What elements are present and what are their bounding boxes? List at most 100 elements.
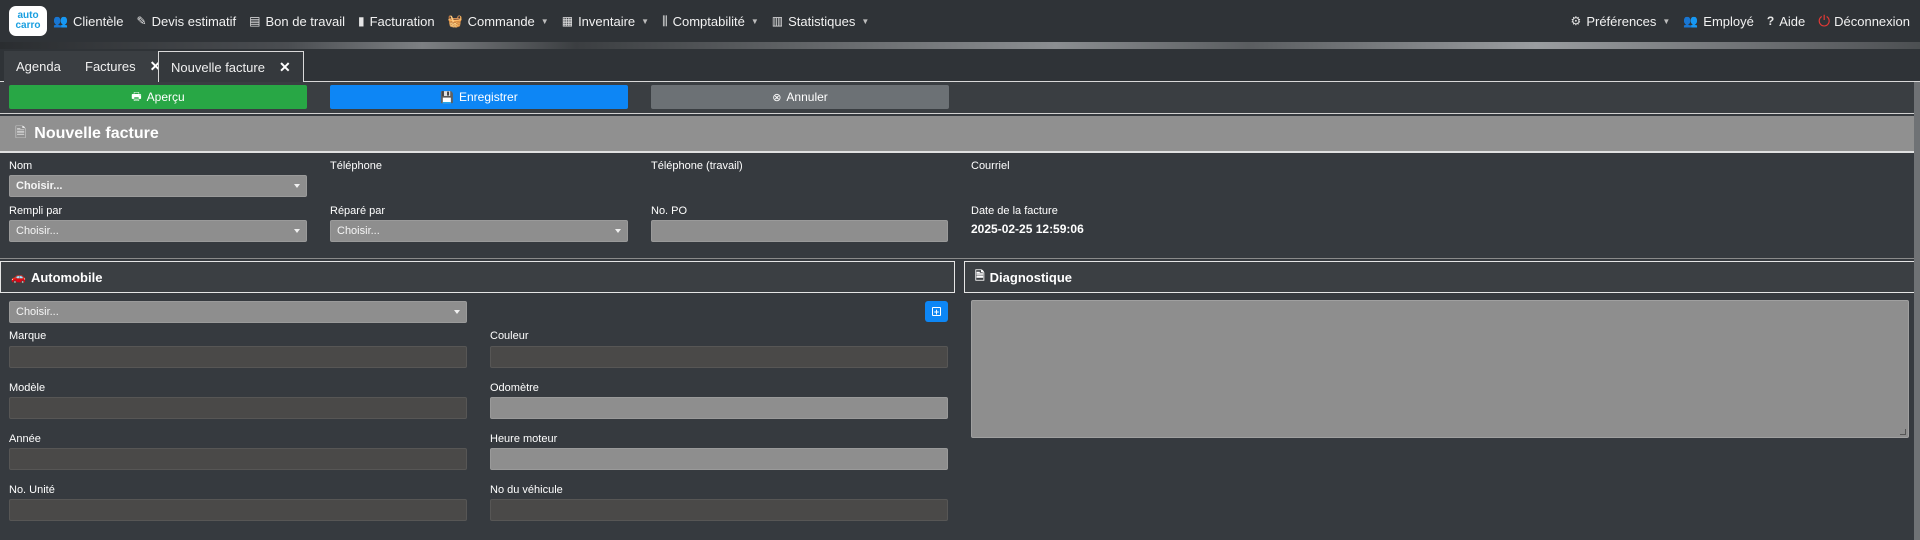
make-label: Marque bbox=[9, 330, 47, 342]
name-label: Nom bbox=[9, 160, 33, 172]
users-icon: 👥 bbox=[1683, 14, 1699, 28]
invoice-icon: ▮ bbox=[357, 14, 365, 28]
nav-item-commande[interactable]: 🧺 Commande ▼ bbox=[448, 14, 549, 29]
nav-preferences[interactable]: ⚙ Préférences ▼ bbox=[1571, 14, 1671, 29]
action-bar: 🖶 Aperçu 💾 Enregistrer ⊗ Annuler bbox=[0, 82, 1914, 114]
preview-button[interactable]: 🖶 Aperçu bbox=[9, 85, 307, 109]
engine-hours-label: Heure moteur bbox=[490, 433, 558, 445]
work-phone-label: Téléphone (travail) bbox=[651, 160, 743, 172]
automobile-panel-header: 🚗 Automobile bbox=[0, 261, 955, 293]
color-input[interactable] bbox=[490, 346, 948, 368]
caret-down-icon bbox=[294, 229, 300, 233]
nav-item-label: Clientèle bbox=[72, 13, 124, 29]
diagnostic-title: Diagnostique bbox=[989, 269, 1072, 285]
tab-agenda[interactable]: Agenda bbox=[4, 51, 74, 82]
automobile-panel: Choisir... Marque Couleur Modèle Odomètr… bbox=[0, 294, 955, 540]
bar-chart-icon: ▥ bbox=[771, 14, 784, 28]
save-button[interactable]: 💾 Enregistrer bbox=[330, 85, 628, 109]
caret-down-icon: ▼ bbox=[641, 16, 650, 26]
close-icon[interactable]: ✕ bbox=[279, 59, 291, 76]
phone-label: Téléphone bbox=[330, 160, 382, 172]
vehicle-select-value: Choisir... bbox=[16, 306, 59, 318]
vehicle-number-input[interactable] bbox=[490, 499, 948, 521]
invoice-date-label: Date de la facture bbox=[971, 205, 1058, 217]
filled-by-value: Choisir... bbox=[16, 225, 59, 237]
nav-help-label: Aide bbox=[1779, 13, 1806, 29]
unit-number-label: No. Unité bbox=[9, 484, 55, 496]
cancel-label: Annuler bbox=[786, 90, 828, 104]
nav-item-comptabilit-[interactable]: ⫼ Comptabilité ▼ bbox=[662, 14, 759, 29]
nav-item-label: Statistiques bbox=[788, 13, 856, 29]
caret-down-icon: ▼ bbox=[861, 16, 870, 26]
nav-logout-label: Déconnexion bbox=[1834, 13, 1910, 29]
vehicle-number-label: No du véhicule bbox=[490, 484, 563, 496]
filled-by-label: Rempli par bbox=[9, 205, 63, 217]
po-input[interactable] bbox=[651, 220, 948, 242]
basket-icon: 🧺 bbox=[447, 14, 463, 28]
odometer-input[interactable] bbox=[490, 397, 948, 419]
name-select-value: Choisir... bbox=[16, 180, 63, 192]
resize-handle-icon[interactable] bbox=[1900, 429, 1906, 435]
caret-down-icon: ▼ bbox=[750, 16, 759, 26]
repaired-by-select[interactable]: Choisir... bbox=[330, 220, 628, 242]
nav-preferences-label: Préférences bbox=[1586, 13, 1657, 29]
nav-item-label: Devis estimatif bbox=[151, 13, 237, 29]
engine-hours-input[interactable] bbox=[490, 448, 948, 470]
invoice-form: Nom Choisir... Téléphone Téléphone (trav… bbox=[0, 155, 1914, 259]
floppy-icon: 💾 bbox=[440, 91, 454, 104]
diagnostic-textarea[interactable] bbox=[971, 300, 1909, 438]
year-input[interactable] bbox=[9, 448, 467, 470]
main-menu: 👥 Clientèle ✎ Devis estimatif ▤ Bon de travai… bbox=[53, 14, 882, 29]
nav-item-label: Bon de travail bbox=[265, 13, 345, 29]
close-circle-icon: ⊗ bbox=[772, 91, 782, 104]
header-photo-strip bbox=[0, 42, 1920, 49]
add-vehicle-button[interactable]: + bbox=[925, 301, 948, 322]
page-scrollbar[interactable] bbox=[1914, 82, 1920, 540]
nav-employee[interactable]: 👥 Employé bbox=[1683, 14, 1754, 29]
nav-item-client-le[interactable]: 👥 Clientèle bbox=[53, 14, 124, 29]
preview-label: Aperçu bbox=[146, 90, 185, 104]
nav-help[interactable]: ? Aide bbox=[1767, 14, 1805, 29]
page-title: Nouvelle facture bbox=[34, 124, 159, 142]
caret-down-icon: ▼ bbox=[1662, 16, 1671, 26]
user-menu: ⚙ Préférences ▼ 👥 Employé ? Aide ⏻ Décon… bbox=[1571, 13, 1910, 30]
po-label: No. PO bbox=[651, 205, 688, 217]
unit-number-input[interactable] bbox=[9, 499, 467, 521]
make-input[interactable] bbox=[9, 346, 467, 368]
nav-item-statistiques[interactable]: ▥ Statistiques ▼ bbox=[772, 14, 869, 29]
users-icon: 👥 bbox=[53, 14, 68, 28]
boxes-icon: ▦ bbox=[561, 14, 574, 28]
nav-item-inventaire[interactable]: ▦ Inventaire ▼ bbox=[562, 14, 649, 29]
nav-item-label: Facturation bbox=[369, 13, 435, 29]
year-label: Année bbox=[9, 433, 41, 445]
tab-label: Factures bbox=[85, 59, 136, 74]
power-icon: ⏻ bbox=[1818, 12, 1831, 30]
name-select[interactable]: Choisir... bbox=[9, 175, 307, 197]
tab-label: Nouvelle facture bbox=[171, 59, 265, 75]
color-label: Couleur bbox=[490, 330, 529, 342]
edit-icon: ✎ bbox=[136, 14, 147, 28]
nav-item-label: Inventaire bbox=[578, 13, 636, 29]
automobile-title: Automobile bbox=[30, 269, 103, 285]
vehicle-select[interactable]: Choisir... bbox=[9, 301, 467, 323]
nav-employee-label: Employé bbox=[1703, 13, 1754, 29]
caret-down-icon bbox=[454, 310, 460, 314]
repaired-by-value: Choisir... bbox=[337, 225, 380, 237]
odometer-label: Odomètre bbox=[490, 382, 539, 394]
clipboard-icon: ▤ bbox=[249, 14, 261, 28]
document-icon: 🗎 bbox=[15, 123, 27, 140]
email-label: Courriel bbox=[971, 160, 1010, 172]
save-label: Enregistrer bbox=[459, 90, 518, 104]
nav-item-bon-de-travail[interactable]: ▤ Bon de travail bbox=[249, 14, 345, 29]
autocarro-logo[interactable]: auto carro bbox=[9, 6, 47, 36]
model-input[interactable] bbox=[9, 397, 467, 419]
gear-icon: ⚙ bbox=[1570, 14, 1582, 28]
invoice-date-value: 2025-02-25 12:59:06 bbox=[971, 222, 1084, 236]
nav-item-devis-estimatif[interactable]: ✎ Devis estimatif bbox=[137, 14, 237, 29]
cancel-button[interactable]: ⊗ Annuler bbox=[651, 85, 949, 109]
nav-logout[interactable]: ⏻ Déconnexion bbox=[1818, 13, 1910, 30]
document-icon: 🗎 bbox=[975, 268, 985, 283]
nav-item-facturation[interactable]: ▮ Facturation bbox=[358, 14, 435, 29]
tab-nouvelle-facture[interactable]: Nouvelle facture ✕ bbox=[158, 51, 304, 82]
filled-by-select[interactable]: Choisir... bbox=[9, 220, 307, 242]
